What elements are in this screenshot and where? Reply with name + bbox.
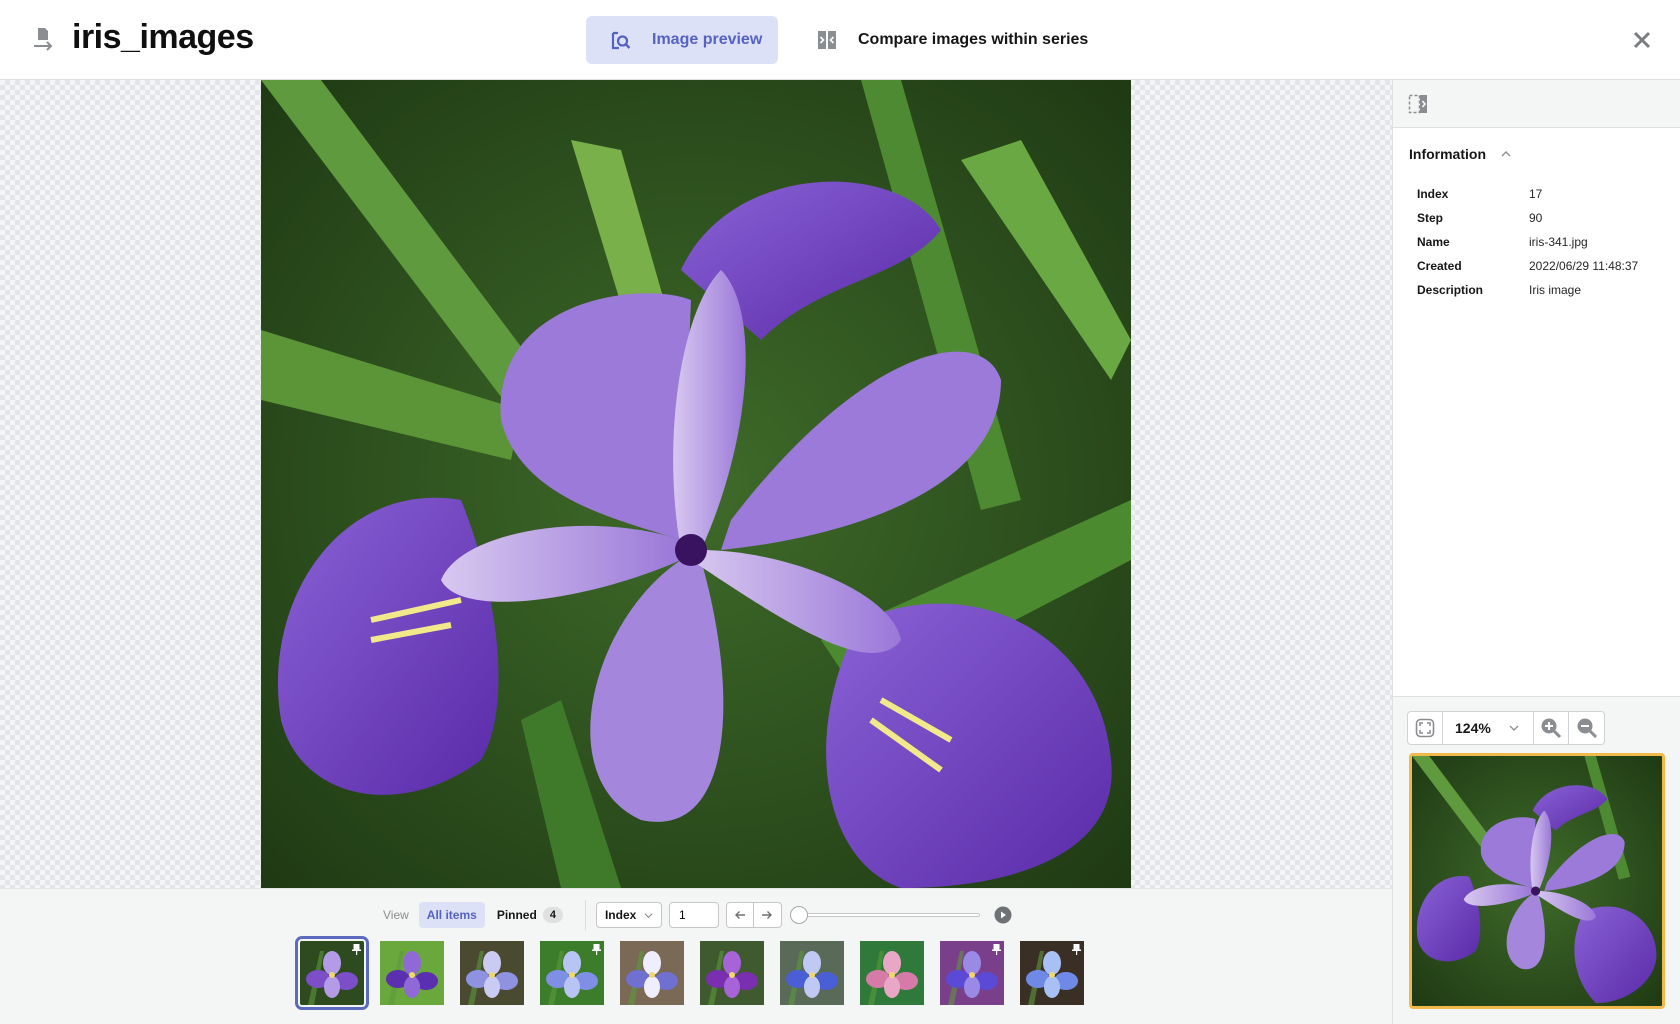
fit-to-screen-button[interactable] — [1408, 712, 1443, 744]
main-image[interactable] — [261, 80, 1131, 888]
minimap[interactable] — [1409, 753, 1665, 1009]
zoom-out-icon — [1577, 718, 1597, 739]
zoom-level-value: 124% — [1455, 720, 1491, 736]
all-items-button[interactable]: All items — [418, 902, 485, 928]
sort-by-dropdown[interactable]: Index — [595, 902, 662, 928]
next-button[interactable] — [754, 903, 781, 927]
slider-track — [797, 913, 980, 917]
thumbnail-image — [380, 941, 444, 1005]
zoom-in-icon — [1541, 718, 1562, 739]
info-key: Created — [1417, 259, 1462, 273]
divider — [584, 900, 586, 930]
index-slider[interactable] — [789, 905, 980, 925]
sort-by-value: Index — [604, 908, 637, 922]
info-row-step: Step 90 — [1417, 206, 1638, 230]
thumbnail[interactable] — [940, 941, 1004, 1005]
thumbnail[interactable] — [540, 941, 604, 1005]
info-key: Name — [1417, 235, 1450, 249]
thumbnail-image — [700, 941, 764, 1005]
info-row-description: Description Iris image — [1417, 278, 1638, 302]
fit-screen-icon — [1415, 718, 1435, 738]
thumbnail-image — [860, 941, 924, 1005]
header: iris_images Image preview Compare images… — [0, 0, 1680, 80]
page-title: iris_images — [72, 18, 254, 56]
chevron-down-icon — [644, 912, 653, 918]
tab-compare-images-label: Compare images within series — [858, 31, 1089, 48]
tab-image-preview[interactable]: Image preview — [586, 16, 778, 64]
info-key: Description — [1417, 283, 1484, 297]
slider-thumb[interactable] — [789, 906, 808, 924]
information-title: Information — [1409, 146, 1486, 162]
side-toolbar — [1393, 80, 1680, 128]
dataset-icon — [34, 28, 53, 51]
thumbnail[interactable] — [380, 941, 444, 1005]
thumbnail[interactable] — [780, 941, 844, 1005]
chevron-down-icon — [1509, 725, 1519, 731]
thumbnail[interactable] — [860, 941, 924, 1005]
info-value: 2022/06/29 11:48:37 — [1529, 259, 1639, 273]
info-value: 90 — [1529, 211, 1543, 225]
step-buttons — [725, 902, 782, 928]
image-viewer[interactable] — [0, 80, 1392, 888]
pinned-button[interactable]: Pinned 4 — [489, 902, 571, 928]
pin-icon — [592, 944, 601, 955]
index-input[interactable] — [668, 902, 719, 928]
info-key: Step — [1417, 211, 1444, 225]
thumbnail[interactable] — [295, 936, 369, 1010]
pin-icon — [992, 944, 1001, 955]
play-icon[interactable] — [994, 906, 1012, 924]
thumbnail-strip — [295, 936, 1084, 1010]
previous-button[interactable] — [727, 903, 754, 927]
image-search-icon — [610, 29, 632, 51]
info-value: Iris image — [1529, 283, 1582, 297]
bottom-bar: View All items Pinned 4 Index — [0, 888, 1392, 1024]
zoom-level-dropdown[interactable]: 124% — [1443, 712, 1534, 744]
tab-image-preview-label: Image preview — [652, 31, 763, 48]
navigation-controls: View All items Pinned 4 Index — [383, 900, 1012, 930]
information-table: Index 17 Step 90 Name iris-341.jpg Created 2… — [1417, 182, 1638, 302]
info-row-index: Index 17 — [1417, 182, 1638, 206]
thumbnail-image — [780, 941, 844, 1005]
pinned-count-badge: 4 — [542, 907, 563, 923]
arrow-left-icon — [734, 911, 745, 919]
pin-icon — [1072, 944, 1081, 955]
close-icon[interactable] — [1630, 28, 1654, 52]
zoom-controls: 124% — [1407, 711, 1605, 745]
thumbnail[interactable] — [700, 941, 764, 1005]
zoom-in-button[interactable] — [1534, 712, 1569, 744]
collapse-panel-icon[interactable] — [1408, 94, 1428, 114]
zoom-area: 124% — [1393, 696, 1680, 1024]
info-value: iris-341.jpg — [1529, 235, 1588, 249]
info-row-name: Name iris-341.jpg — [1417, 230, 1638, 254]
thumbnail[interactable] — [460, 941, 524, 1005]
information-section-toggle[interactable]: Information — [1409, 146, 1512, 162]
pinned-label: Pinned — [496, 908, 537, 922]
thumbnail-image — [460, 941, 524, 1005]
arrow-right-icon — [762, 911, 773, 919]
pin-icon — [352, 944, 361, 955]
info-value: 17 — [1529, 187, 1543, 201]
tab-compare-images[interactable]: Compare images within series — [812, 16, 1112, 64]
thumbnail-image — [620, 941, 684, 1005]
chevron-up-icon — [1501, 151, 1511, 157]
info-key: Index — [1417, 187, 1449, 201]
view-label: View — [383, 908, 409, 922]
side-panel: Information Index 17 Step 90 Name iris-341.… — [1392, 80, 1680, 1024]
thumbnail[interactable] — [620, 941, 684, 1005]
info-row-created: Created 2022/06/29 11:48:37 — [1417, 254, 1638, 278]
zoom-out-button[interactable] — [1569, 712, 1604, 744]
compare-icon — [816, 29, 838, 51]
thumbnail[interactable] — [1020, 941, 1084, 1005]
